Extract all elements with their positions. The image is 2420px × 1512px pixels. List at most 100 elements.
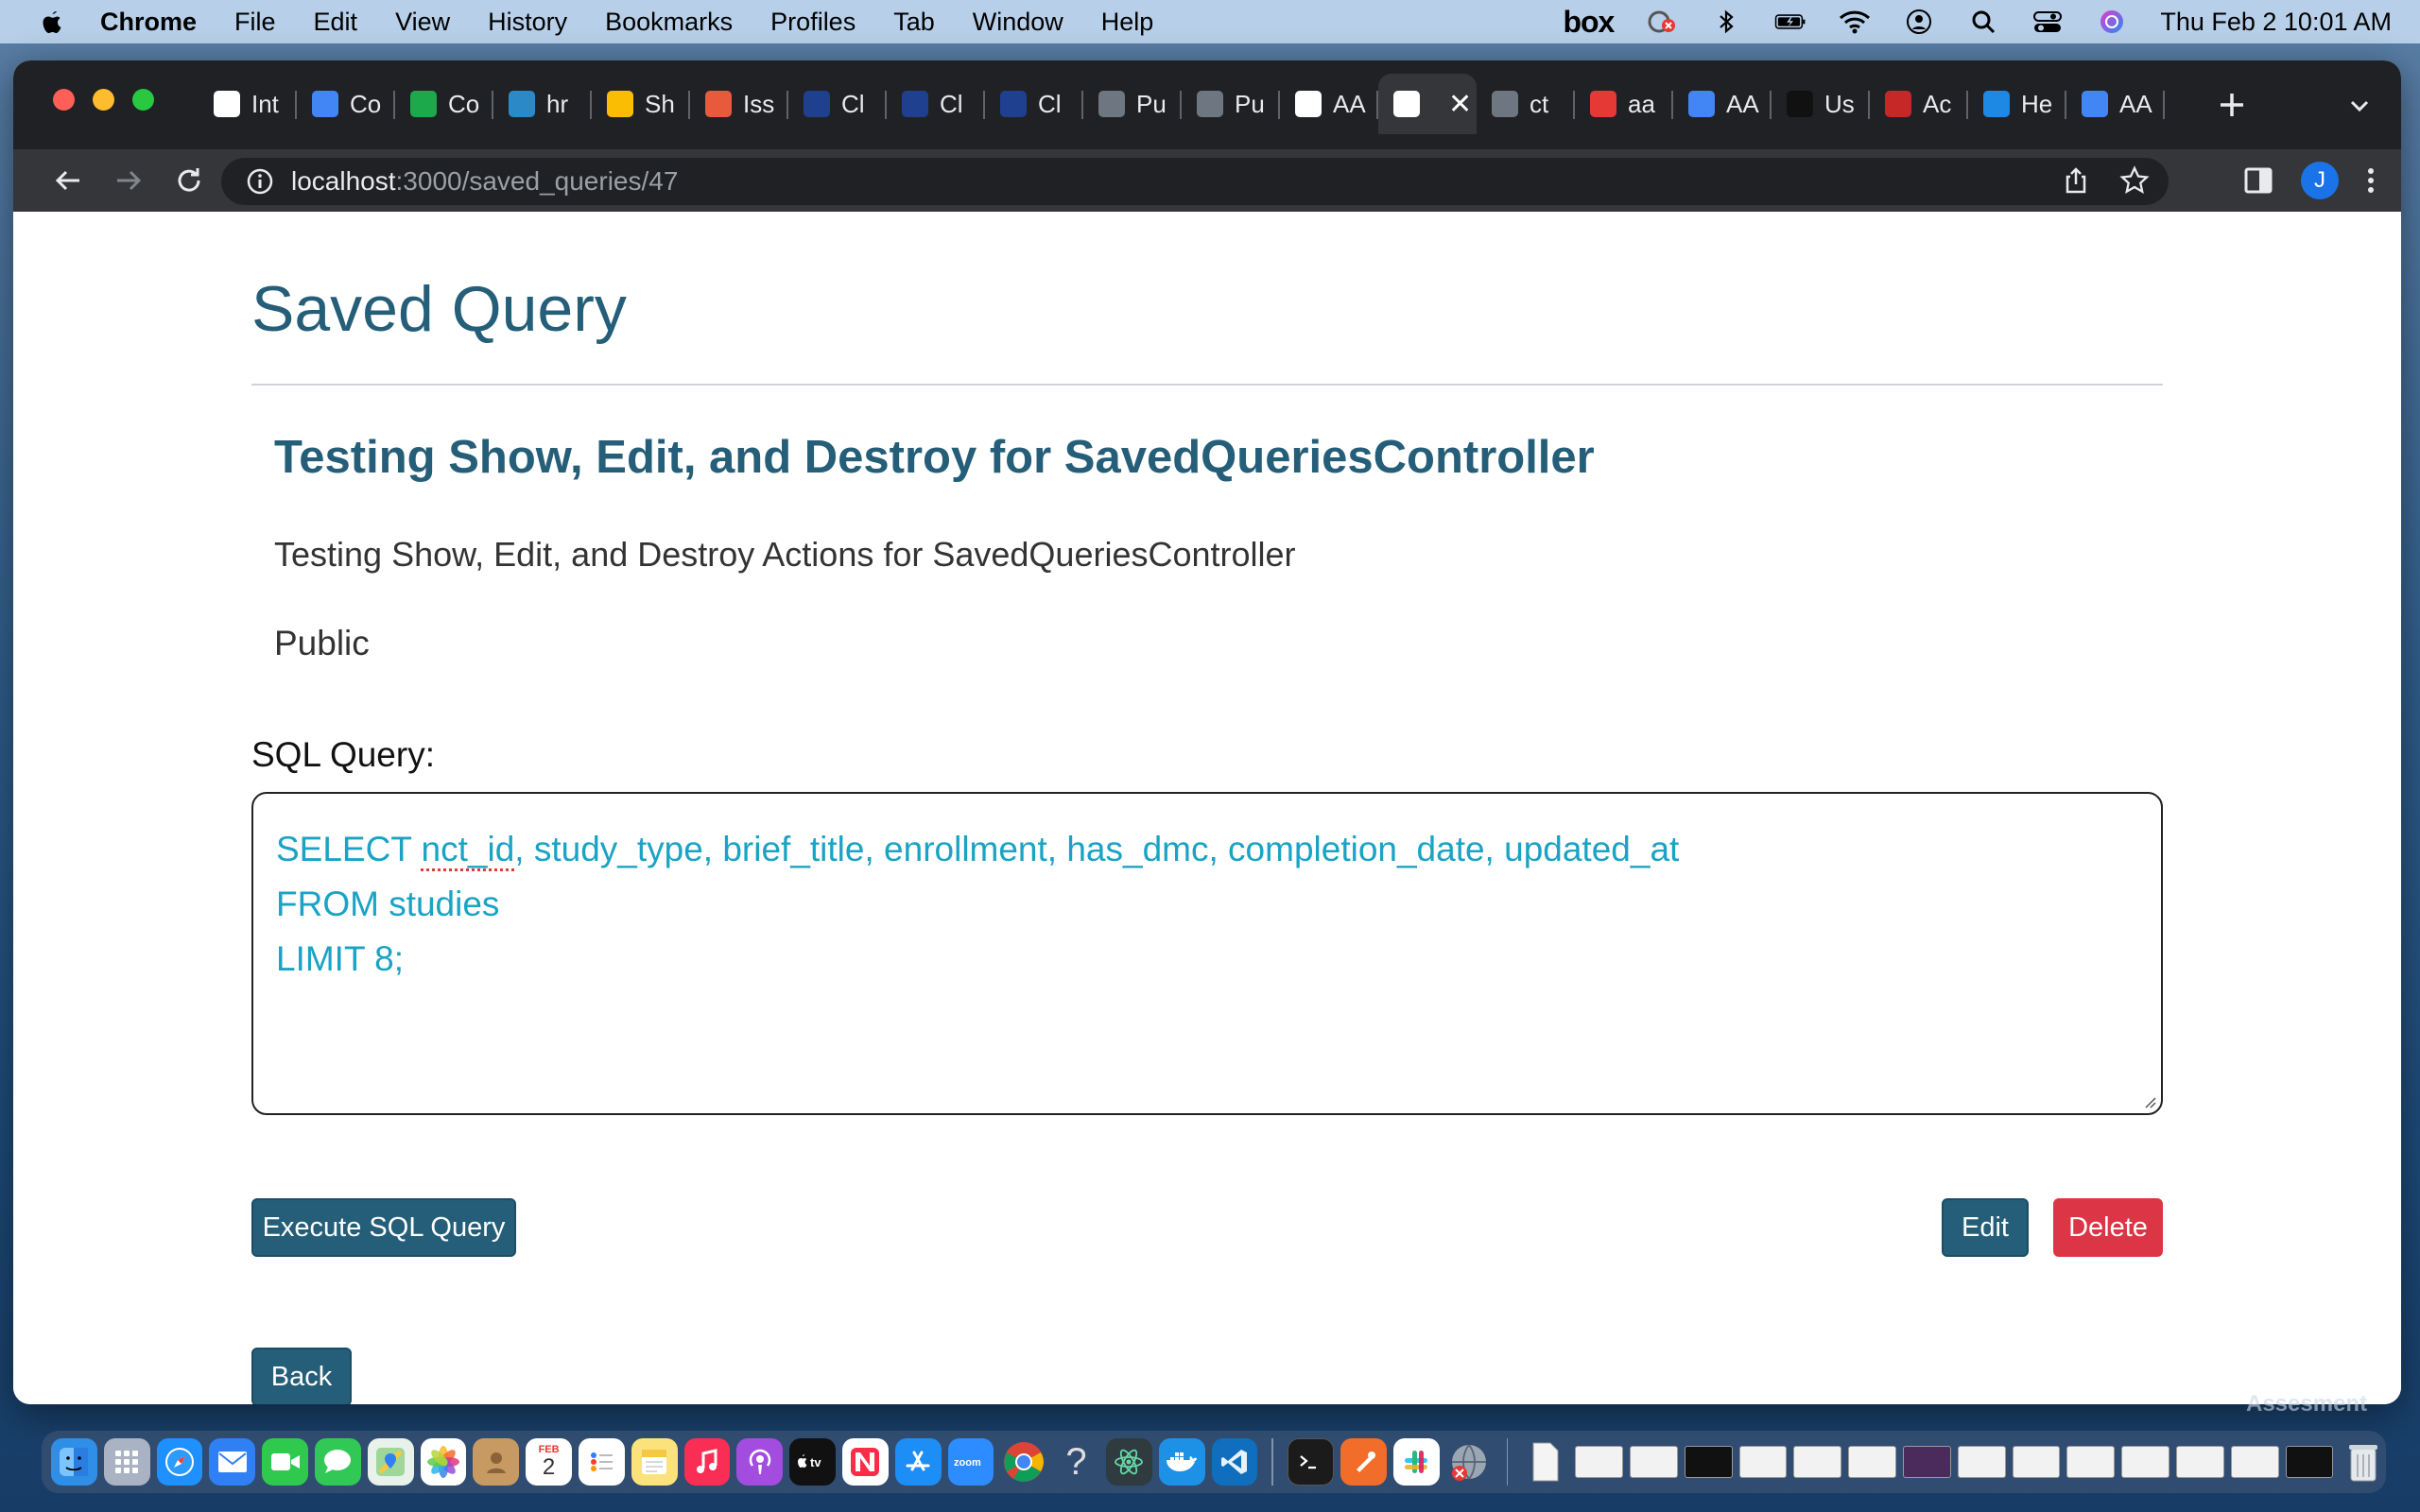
tab-item[interactable]: Cl: [985, 74, 1083, 134]
contacts-icon[interactable]: [473, 1438, 520, 1486]
menu-view[interactable]: View: [395, 8, 450, 37]
battery-icon[interactable]: [1774, 9, 1806, 35]
apple-icon[interactable]: [38, 8, 66, 36]
zoom-window-button[interactable]: [132, 89, 154, 111]
siri-icon[interactable]: [2096, 9, 2128, 35]
menu-app-name[interactable]: Chrome: [100, 8, 197, 37]
tab-item[interactable]: Us: [1772, 74, 1870, 134]
new-tab-button[interactable]: [2208, 81, 2256, 129]
tab-item[interactable]: AA: [1673, 74, 1772, 134]
safari-icon[interactable]: [156, 1438, 203, 1486]
window-thumbnail-8[interactable]: [1957, 1446, 2006, 1478]
user-account-icon[interactable]: [1903, 9, 1935, 35]
execute-sql-button[interactable]: Execute SQL Query: [251, 1198, 516, 1257]
network-error-icon[interactable]: [1446, 1438, 1493, 1486]
side-panel-icon[interactable]: [2242, 164, 2274, 197]
reminders-icon[interactable]: [578, 1438, 625, 1486]
podcasts-icon[interactable]: [736, 1438, 784, 1486]
finder-icon[interactable]: [51, 1438, 97, 1486]
tab-item[interactable]: ct: [1477, 74, 1575, 134]
delete-button[interactable]: Delete: [2053, 1198, 2163, 1257]
messages-icon[interactable]: [314, 1438, 361, 1486]
reload-button[interactable]: [170, 162, 208, 199]
menu-edit[interactable]: Edit: [314, 8, 358, 37]
window-thumbnail-2[interactable]: [1630, 1446, 1678, 1478]
close-window-button[interactable]: [53, 89, 75, 111]
atom-icon[interactable]: [1105, 1438, 1152, 1486]
menu-tab[interactable]: Tab: [893, 8, 935, 37]
trash-icon[interactable]: [2340, 1438, 2386, 1486]
window-thumbnail-4[interactable]: [1738, 1446, 1788, 1478]
maps-icon[interactable]: [367, 1438, 414, 1486]
window-thumbnail-12[interactable]: [2176, 1446, 2224, 1478]
help-question-icon[interactable]: ?: [1053, 1438, 1099, 1486]
tab-item[interactable]: Pu: [1083, 74, 1182, 134]
window-thumbnail-10[interactable]: [2066, 1446, 2116, 1478]
menu-history[interactable]: History: [488, 8, 567, 37]
window-thumbnail-3[interactable]: [1684, 1446, 1733, 1478]
tab-item[interactable]: Sh: [592, 74, 690, 134]
tab-item[interactable]: He: [1968, 74, 2066, 134]
bluetooth-icon[interactable]: [1710, 9, 1742, 35]
mail-icon[interactable]: [209, 1438, 256, 1486]
control-center-icon[interactable]: [2031, 9, 2064, 35]
music-icon[interactable]: [683, 1438, 731, 1486]
document-file-icon[interactable]: [1522, 1438, 1568, 1486]
tab-item[interactable]: Ac: [1870, 74, 1968, 134]
menu-file[interactable]: File: [234, 8, 276, 37]
menu-help[interactable]: Help: [1101, 8, 1154, 37]
chrome-dock-icon[interactable]: [1000, 1438, 1046, 1486]
window-thumbnail-9[interactable]: [2012, 1446, 2061, 1478]
app-store-icon[interactable]: [894, 1438, 942, 1486]
sql-query-textarea[interactable]: SELECT nct_id, study_type, brief_title, …: [251, 792, 2163, 1115]
tab-item[interactable]: Cl: [887, 74, 985, 134]
share-icon[interactable]: [2061, 165, 2091, 196]
window-thumbnail-14[interactable]: [2285, 1446, 2334, 1478]
photos-icon[interactable]: [420, 1438, 467, 1486]
spotlight-search-icon[interactable]: [1967, 9, 1999, 35]
terminal-icon[interactable]: [1288, 1438, 1335, 1486]
more-options-icon[interactable]: [2365, 164, 2377, 197]
back-nav-button[interactable]: [49, 162, 87, 199]
menubar-clock[interactable]: Thu Feb 2 10:01 AM: [2160, 8, 2392, 37]
menu-profiles[interactable]: Profiles: [770, 8, 856, 37]
tab-item[interactable]: Cl: [788, 74, 887, 134]
tab-item[interactable]: Pu: [1182, 74, 1280, 134]
minimize-window-button[interactable]: [93, 89, 114, 111]
slack-icon[interactable]: [1392, 1438, 1440, 1486]
apple-tv-icon[interactable]: tv: [789, 1438, 836, 1486]
window-thumbnail-6[interactable]: [1848, 1446, 1897, 1478]
sync-error-icon[interactable]: [1646, 9, 1678, 35]
tab-item[interactable]: Iss: [690, 74, 788, 134]
docker-icon[interactable]: [1158, 1438, 1205, 1486]
tab-item[interactable]: Int: [199, 74, 297, 134]
notes-icon[interactable]: [631, 1438, 678, 1486]
tab-item[interactable]: AA: [2066, 74, 2165, 134]
vscode-icon[interactable]: [1211, 1438, 1258, 1486]
profile-avatar[interactable]: J: [2301, 162, 2339, 199]
tab-item[interactable]: Co: [297, 74, 395, 134]
tab-item[interactable]: aa: [1575, 74, 1673, 134]
window-thumbnail-1[interactable]: [1575, 1446, 1624, 1478]
tab-search-button[interactable]: [2342, 89, 2377, 123]
calendar-app-icon[interactable]: FEB 2: [526, 1438, 572, 1486]
bookmark-star-icon[interactable]: [2119, 165, 2150, 196]
edit-button[interactable]: Edit: [1942, 1198, 2029, 1257]
facetime-icon[interactable]: [262, 1438, 308, 1486]
back-button[interactable]: Back: [251, 1348, 352, 1404]
window-thumbnail-5[interactable]: [1793, 1446, 1842, 1478]
tab-active[interactable]: ✕: [1378, 74, 1477, 134]
resize-handle-icon[interactable]: [2140, 1092, 2157, 1109]
address-bar[interactable]: localhost:3000/saved_queries/47: [221, 158, 2169, 205]
tab-item[interactable]: Co: [395, 74, 493, 134]
site-info-icon[interactable]: [246, 167, 274, 196]
zoom-icon[interactable]: zoom: [947, 1438, 994, 1486]
forward-nav-button[interactable]: [110, 162, 147, 199]
box-icon[interactable]: box: [1563, 5, 1615, 40]
postman-icon[interactable]: [1340, 1438, 1387, 1486]
menu-bookmarks[interactable]: Bookmarks: [605, 8, 733, 37]
menu-window[interactable]: Window: [973, 8, 1063, 37]
window-thumbnail-11[interactable]: [2121, 1446, 2170, 1478]
tab-item[interactable]: AA: [1280, 74, 1378, 134]
wifi-icon[interactable]: [1839, 9, 1871, 35]
